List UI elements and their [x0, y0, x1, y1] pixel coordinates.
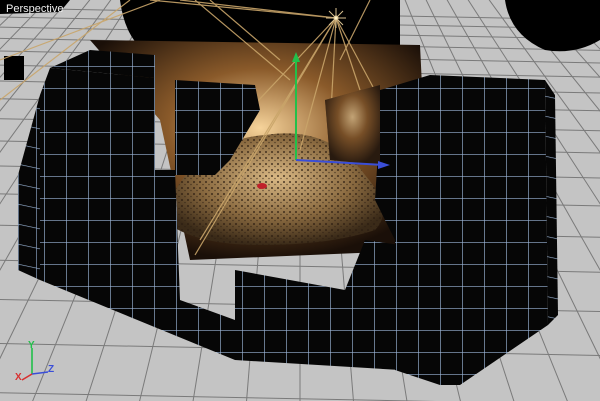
axis-x-label: X [15, 372, 22, 383]
axis-y-label: Y [28, 340, 35, 351]
axis-z-line [31, 371, 49, 375]
perspective-viewport[interactable]: Perspective Y X Z [0, 0, 600, 401]
light-star-icon[interactable] [326, 8, 346, 28]
axis-z-label: Z [48, 364, 55, 375]
red-object-marker [257, 183, 267, 189]
axis-x-line [21, 373, 33, 381]
axis-tripod: Y X Z [12, 340, 60, 390]
viewport-label[interactable]: Perspective [4, 2, 65, 16]
scene-render[interactable] [0, 0, 600, 401]
